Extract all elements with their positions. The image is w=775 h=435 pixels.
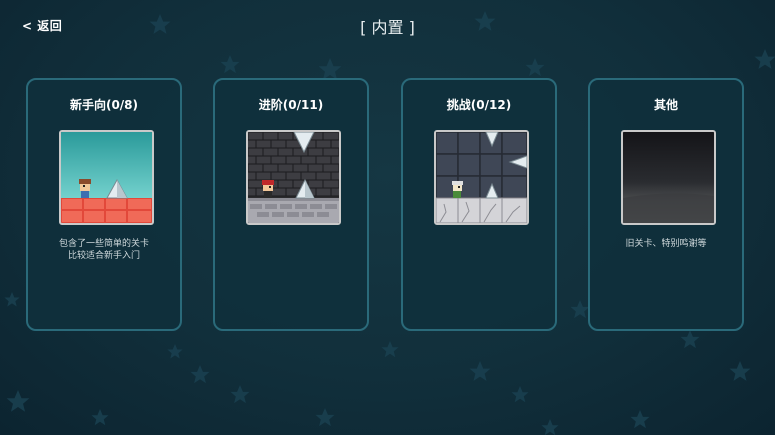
category-description: 包含了一些简单的关卡 比较适合新手入门: [58, 239, 149, 261]
category-card-other[interactable]: 其他 旧关卡、特别鸣谢等: [588, 78, 744, 331]
level-preview-advanced: [246, 130, 341, 225]
category-title: 进阶(0/11): [258, 98, 324, 112]
category-title: 新手向(0/8): [69, 98, 139, 112]
category-title: 挑战(0/12): [446, 98, 512, 112]
level-select-screen: < 返回 [ 内置 ] 新手向(0/8) 包含了一些简单的关卡 比较适合新手入门…: [0, 0, 775, 435]
category-title: 其他: [653, 98, 678, 112]
level-preview-challenge: [434, 130, 529, 225]
category-card-beginner[interactable]: 新手向(0/8) 包含了一些简单的关卡 比较适合新手入门: [26, 78, 182, 331]
category-card-advanced[interactable]: 进阶(0/11): [213, 78, 369, 331]
level-preview-beginner: [59, 130, 154, 225]
page-title: [ 内置 ]: [360, 18, 415, 37]
category-card-challenge[interactable]: 挑战(0/12): [401, 78, 557, 331]
level-preview-other: [621, 130, 716, 225]
category-description: 旧关卡、特别鸣谢等: [625, 239, 707, 249]
